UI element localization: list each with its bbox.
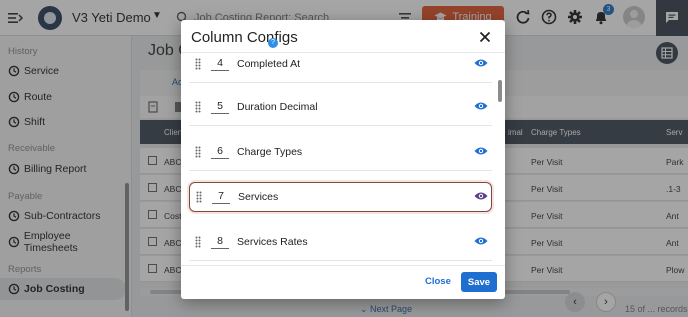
column-list: 4 Completed At 5 Duration Decimal 6 Char… (181, 52, 505, 266)
eye-icon[interactable] (474, 58, 488, 68)
drag-handle-icon[interactable] (195, 101, 201, 113)
column-order-input[interactable]: 7 (212, 190, 230, 204)
column-config-row[interactable]: 6 Charge Types (189, 133, 492, 171)
column-name: Services (238, 191, 279, 203)
dialog-scrollbar[interactable] (498, 80, 502, 102)
drag-handle-icon[interactable] (196, 191, 202, 203)
column-name: Charge Types (237, 146, 303, 158)
eye-icon[interactable] (474, 191, 488, 201)
column-config-row[interactable]: 4 Completed At (189, 53, 492, 83)
eye-icon[interactable] (474, 101, 488, 111)
close-icon[interactable] (477, 29, 493, 45)
column-config-row[interactable]: 8 Services Rates (189, 223, 492, 261)
column-name: Services Rates (237, 236, 308, 248)
drag-handle-icon[interactable] (195, 236, 201, 248)
column-configs-dialog: Column Configs ? 4 Completed At 5 Durati… (181, 20, 505, 299)
column-order-input[interactable]: 5 (211, 100, 229, 114)
column-name: Completed At (237, 58, 301, 70)
column-order-input[interactable]: 8 (211, 235, 229, 249)
drag-handle-icon[interactable] (195, 146, 201, 158)
dialog-title: Column Configs (191, 29, 298, 46)
close-button[interactable]: Close (425, 276, 451, 287)
column-config-row-selected[interactable]: 7 Services (189, 182, 492, 212)
eye-icon[interactable] (474, 146, 488, 156)
column-order-input[interactable]: 4 (211, 57, 229, 71)
help-badge-icon[interactable]: ? (268, 38, 278, 48)
column-order-input[interactable]: 6 (211, 145, 229, 159)
column-name: Duration Decimal (237, 101, 318, 113)
column-config-row[interactable]: 5 Duration Decimal (189, 88, 492, 126)
drag-handle-icon[interactable] (195, 58, 201, 70)
save-button[interactable]: Save (461, 272, 497, 292)
eye-icon[interactable] (474, 236, 488, 246)
